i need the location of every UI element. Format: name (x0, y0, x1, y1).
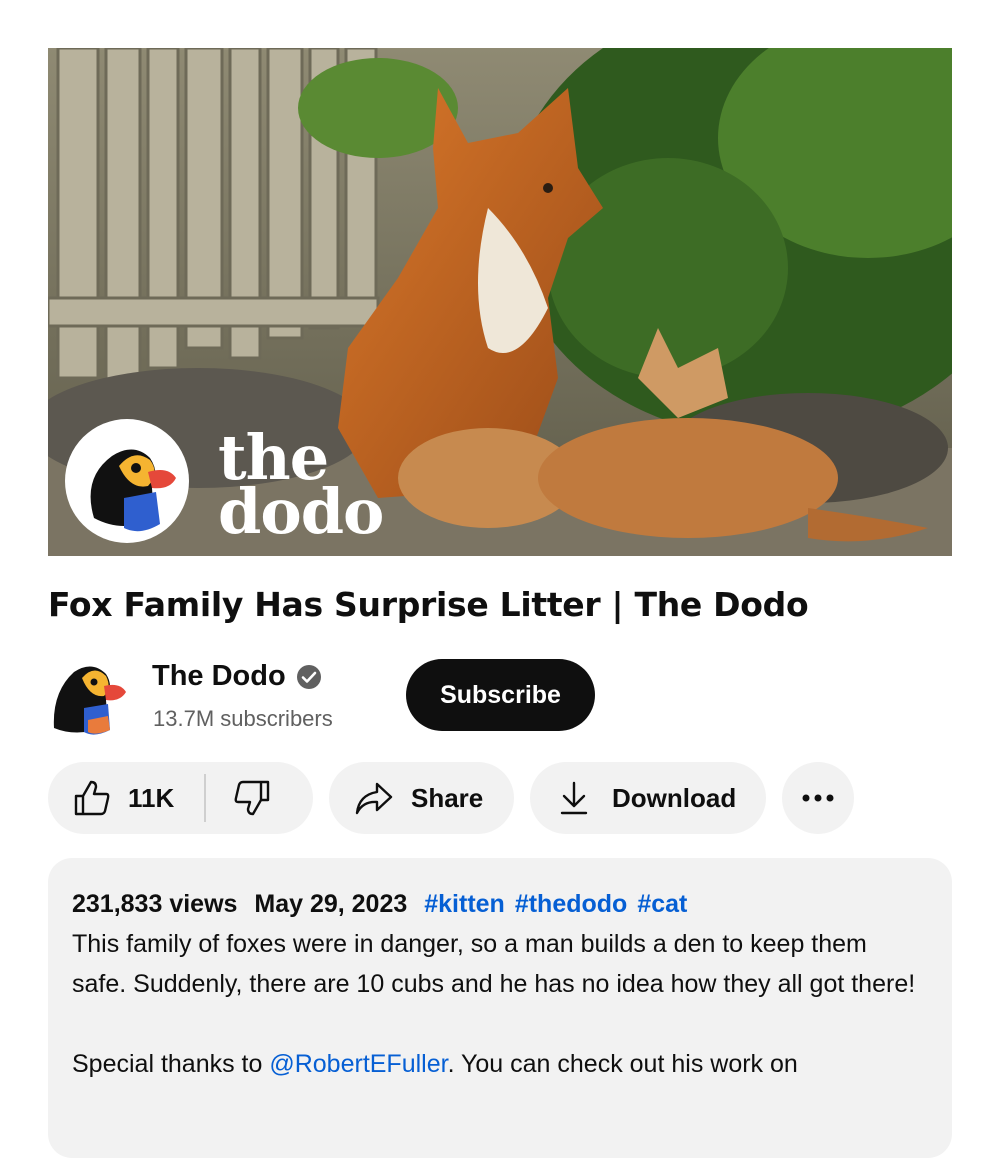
more-horizontal-icon (802, 794, 834, 802)
dislike-button[interactable] (206, 762, 292, 834)
channel-name[interactable]: The Dodo (152, 660, 322, 693)
channel-name-text: The Dodo (152, 660, 286, 692)
channel-row: The Dodo 13.7M subscribers Subscribe (48, 656, 952, 736)
like-count: 11K (128, 782, 175, 813)
subscriber-count: 13.7M subscribers (153, 706, 333, 731)
download-button[interactable]: Download (530, 762, 766, 834)
dodo-avatar-icon (53, 666, 126, 735)
share-label: Share (411, 782, 484, 813)
description-meta: 231,833 views May 29, 2023 #kitten #thedo… (72, 884, 928, 924)
hashtag-link[interactable]: #thedodo (515, 890, 628, 918)
thumbs-up-icon (74, 780, 110, 816)
share-button[interactable]: Share (329, 762, 514, 834)
hashtag-link[interactable]: #cat (637, 890, 687, 918)
dodo-logo-icon (65, 419, 189, 543)
mention-link[interactable]: @RobertEFuller (269, 1050, 447, 1078)
channel-avatar[interactable] (48, 656, 128, 741)
download-label: Download (612, 782, 737, 813)
view-count: 231,833 views (72, 890, 238, 918)
thumbs-down-icon (234, 780, 270, 816)
video-title: Fox Family Has Surprise Litter | The Dod… (48, 585, 809, 624)
share-arrow-icon (355, 782, 393, 815)
upload-date: May 29, 2023 (254, 890, 408, 918)
thanks-prefix: Special thanks to (72, 1050, 270, 1078)
thanks-suffix: . You can check out his work on (447, 1050, 798, 1078)
download-icon (560, 781, 588, 815)
description-text: This family of foxes were in danger, so … (72, 930, 916, 998)
video-player[interactable]: the dodo (48, 48, 952, 556)
hashtag-link[interactable]: #kitten (424, 890, 505, 918)
action-bar: 11K Share Download (48, 762, 952, 834)
watermark-text: the dodo (218, 421, 384, 548)
description-box[interactable]: 231,833 views May 29, 2023 #kitten #thedo… (48, 858, 952, 1158)
subscribe-button[interactable]: Subscribe (406, 659, 595, 731)
like-button[interactable]: 11K (48, 762, 174, 834)
like-dislike-group: 11K (48, 762, 313, 834)
more-actions-button[interactable] (782, 762, 854, 834)
verified-badge-icon (296, 664, 322, 690)
description-thanks: Special thanks to @RobertEFuller. You ca… (72, 1044, 928, 1084)
channel-watermark: the dodo (64, 418, 384, 548)
